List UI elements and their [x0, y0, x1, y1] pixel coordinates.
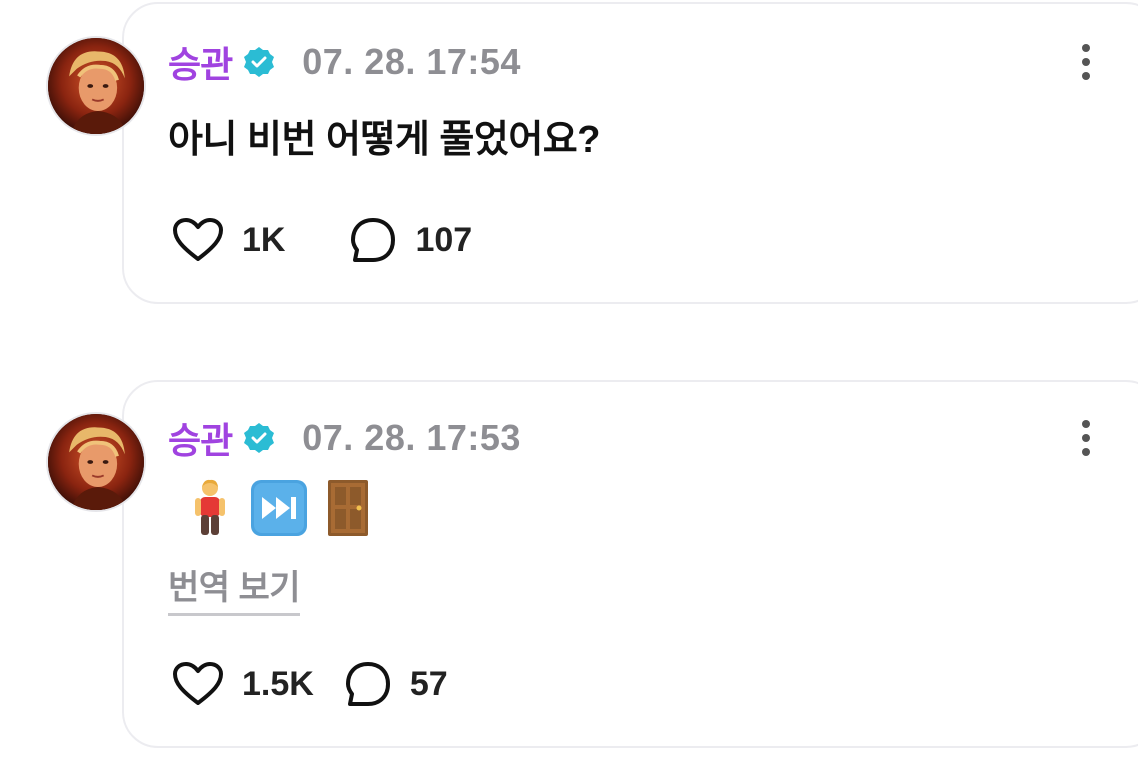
fast-forward-icon: [251, 480, 307, 536]
post-emoji-text: [188, 478, 370, 538]
more-options-icon[interactable]: [1072, 416, 1100, 460]
avatar-image: [48, 414, 144, 510]
comment-count: 57: [409, 664, 448, 703]
post-actions: 1.5K 57: [172, 660, 512, 708]
verified-badge-icon: [242, 421, 276, 455]
post-feed: 승관 07. 28. 17:54 아니 비번 어떻게 풀었어요? 1K 107 …: [0, 0, 1138, 757]
comment-bubble-icon: [345, 662, 390, 706]
post-timestamp: 07. 28. 17:53: [302, 417, 521, 458]
translate-link[interactable]: 번역 보기: [168, 560, 301, 616]
heart-icon: [173, 662, 223, 705]
like-button[interactable]: 1.5K: [172, 661, 314, 707]
avatar[interactable]: [46, 412, 146, 512]
door-icon: [328, 480, 368, 536]
like-count: 1.5K: [242, 664, 314, 703]
post-content: 승관 07. 28. 17:53 번역 보기 1.5K 57: [0, 0, 1138, 757]
username[interactable]: 승관: [168, 412, 233, 464]
post-header: 승관 07. 28. 17:53: [168, 416, 521, 461]
comment-button[interactable]: 57: [344, 660, 448, 708]
person-standing-icon: [195, 479, 225, 535]
